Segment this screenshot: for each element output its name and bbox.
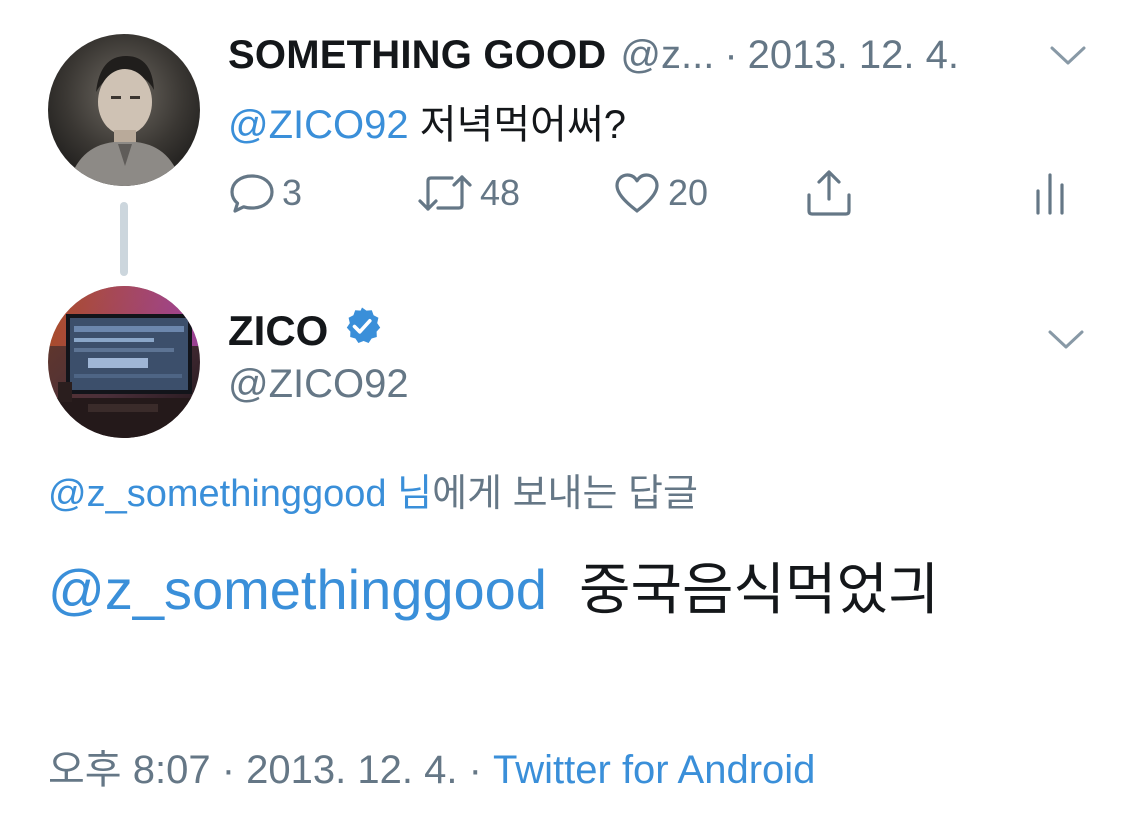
reply-avatar[interactable] <box>48 286 200 438</box>
reply-icon <box>228 171 276 215</box>
thread-connector-line <box>120 202 128 276</box>
reply-author-name-row: ZICO <box>228 306 382 356</box>
parent-tweet-text: @ZICO92 저녁먹어써? <box>228 92 626 150</box>
retweet-button[interactable]: 48 <box>416 168 520 218</box>
reply-tweet-text: @z_somethinggood 중국음식먹었긔 <box>48 545 940 626</box>
reply-author-name[interactable]: ZICO <box>228 307 328 355</box>
header-separator: · <box>724 32 738 77</box>
replying-to-rest: 에게 보내는 답글 <box>432 473 698 515</box>
reply-tweet-body: 중국음식먹었긔 <box>578 558 940 621</box>
parent-tweet-date[interactable]: 2013. 12. 4. <box>748 33 959 78</box>
parent-tweet-header: SOMETHING GOOD @z... · 2013. 12. 4. <box>228 30 959 80</box>
footer-separator-1: · <box>221 748 236 792</box>
tweet-meta-footer: 오후 8:07 · 2013. 12. 4. · Twitter for And… <box>48 737 815 795</box>
share-icon <box>804 169 854 217</box>
parent-author-name[interactable]: SOMETHING GOOD <box>228 33 606 78</box>
parent-tweet-body: 저녁먹어써? <box>408 103 627 147</box>
reply-author-handle[interactable]: @ZICO92 <box>228 362 409 407</box>
reply-count: 3 <box>282 172 303 213</box>
retweet-icon <box>416 171 474 215</box>
parent-author-handle[interactable]: @z... <box>620 33 714 78</box>
tweet-source-link[interactable]: Twitter for Android <box>493 748 815 792</box>
footer-separator-2: · <box>468 748 482 792</box>
parent-avatar[interactable] <box>48 34 200 186</box>
verified-badge-icon <box>342 306 382 356</box>
replying-to-handle[interactable]: @z_somethinggood <box>48 473 387 515</box>
analytics-button[interactable] <box>1030 168 1070 218</box>
share-button[interactable] <box>804 168 854 218</box>
retweet-count: 48 <box>480 172 521 213</box>
reply-button[interactable]: 3 <box>228 168 302 218</box>
replying-to-line: @z_somethinggood 님에게 보내는 답글 <box>48 462 698 517</box>
replying-to-suffix[interactable]: 님 <box>387 473 432 515</box>
reply-more-chevron-down-icon[interactable] <box>1046 328 1086 352</box>
tweet-date[interactable]: 2013. 12. 4. <box>246 748 457 792</box>
reply-tweet-mention[interactable]: @z_somethinggood <box>48 558 547 621</box>
parent-more-chevron-down-icon[interactable] <box>1048 44 1088 68</box>
analytics-icon <box>1030 169 1070 217</box>
parent-tweet-mention[interactable]: @ZICO92 <box>228 103 409 147</box>
like-count: 20 <box>668 172 709 213</box>
like-button[interactable]: 20 <box>612 168 708 218</box>
tweet-time[interactable]: 오후 8:07 <box>48 748 211 792</box>
heart-icon <box>612 171 662 215</box>
